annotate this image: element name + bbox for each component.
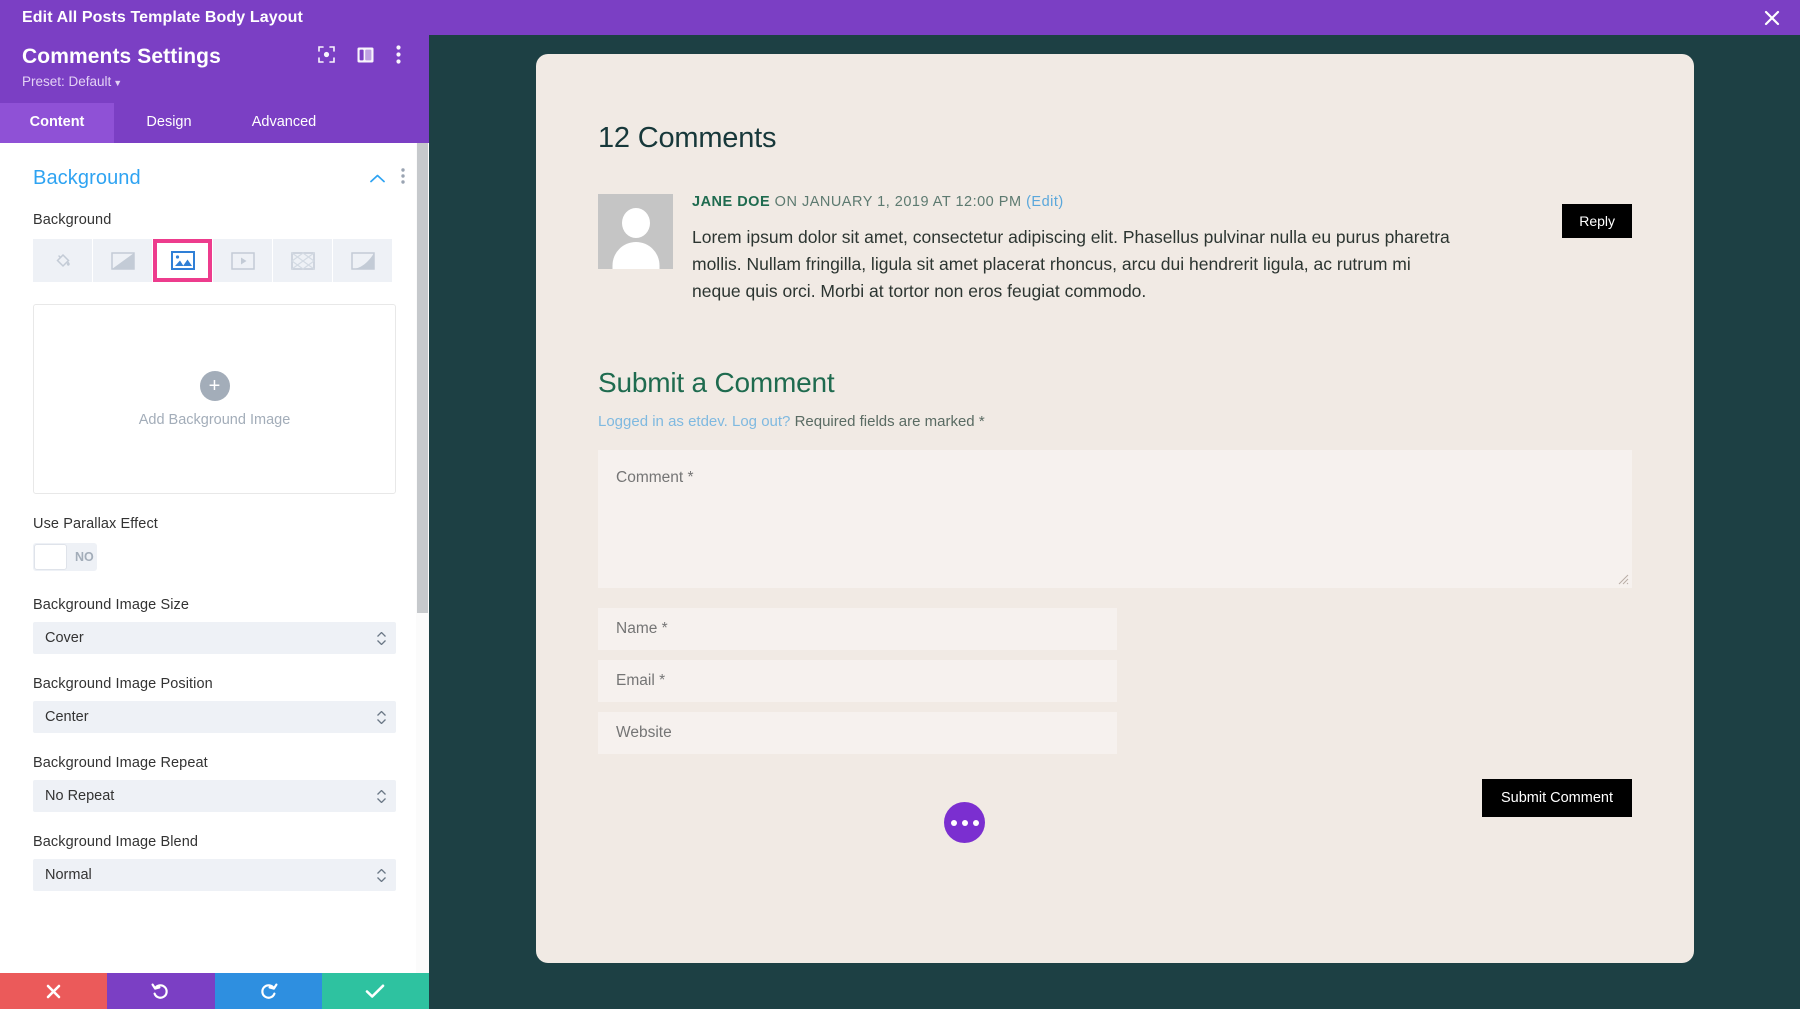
parallax-toggle-value: NO xyxy=(75,550,94,564)
tab-content[interactable]: Content xyxy=(0,103,114,143)
window-title: Edit All Posts Template Body Layout xyxy=(22,8,303,26)
background-section-header: Background xyxy=(0,143,429,190)
background-image-blend-value: Normal xyxy=(45,867,92,883)
background-type-selector xyxy=(33,239,396,282)
background-image-position-field: Background Image Position Center xyxy=(0,676,429,733)
panel-scrollbar-thumb[interactable] xyxy=(417,143,428,613)
reply-button[interactable]: Reply xyxy=(1562,204,1632,238)
parallax-label: Use Parallax Effect xyxy=(33,516,158,532)
toggle-knob xyxy=(34,544,67,570)
comment-form: Submit Comment xyxy=(598,450,1632,818)
background-image-repeat-value: No Repeat xyxy=(45,788,115,804)
background-image-repeat-field: Background Image Repeat No Repeat xyxy=(0,755,429,812)
avatar-body xyxy=(612,242,659,269)
more-vertical-icon[interactable] xyxy=(401,168,405,189)
background-image-position-select[interactable]: Center xyxy=(33,701,396,733)
panel-layout-icon[interactable] xyxy=(357,47,374,68)
stepper-arrows-icon xyxy=(377,710,386,724)
stepper-arrows-icon xyxy=(377,631,386,645)
email-field[interactable] xyxy=(598,660,1117,703)
save-button[interactable] xyxy=(321,973,429,1009)
background-image-size-select[interactable]: Cover xyxy=(33,622,396,654)
more-vertical-icon[interactable] xyxy=(396,45,401,69)
comment-textarea[interactable] xyxy=(598,450,1632,589)
comment-body: Lorem ipsum dolor sit amet, consectetur … xyxy=(692,227,1450,302)
background-image-repeat-label: Background Image Repeat xyxy=(33,755,208,771)
window-titlebar: Edit All Posts Template Body Layout xyxy=(0,0,1800,35)
tab-advanced[interactable]: Advanced xyxy=(224,103,344,143)
panel-scrollbar[interactable] xyxy=(416,143,429,973)
add-background-image-label: Add Background Image xyxy=(138,411,291,428)
background-image-size-field: Background Image Size Cover xyxy=(0,597,429,654)
stepper-arrows-icon xyxy=(377,868,386,882)
chevron-up-icon[interactable] xyxy=(370,170,385,188)
background-image-size-value: Cover xyxy=(45,630,84,646)
comments-module-card: 12 Comments JANE DOE ON JANUARY 1, 2019 … xyxy=(536,54,1694,963)
settings-panel: Comments Settings Preset: Default ▼ Cont… xyxy=(0,35,429,1009)
close-icon[interactable] xyxy=(1744,0,1800,35)
background-image-position-value: Center xyxy=(45,709,89,725)
dot-icon xyxy=(961,819,968,826)
background-image-blend-label: Background Image Blend xyxy=(33,834,199,850)
plus-icon: + xyxy=(199,370,230,401)
background-gradient-icon[interactable] xyxy=(93,239,152,282)
background-image-repeat-select[interactable]: No Repeat xyxy=(33,780,396,812)
comment-date: ON JANUARY 1, 2019 AT 12:00 PM xyxy=(770,194,1027,210)
chevron-down-icon: ▼ xyxy=(113,78,123,88)
logged-in-notice: Logged in as etdev. Log out? Required fi… xyxy=(598,413,1632,430)
add-background-image-dropzone[interactable]: + Add Background Image xyxy=(33,304,396,494)
background-video-icon[interactable] xyxy=(213,239,272,282)
undo-button[interactable] xyxy=(107,973,215,1009)
background-type-field: Background xyxy=(0,212,429,282)
dot-icon xyxy=(972,819,979,826)
background-color-icon[interactable] xyxy=(33,239,92,282)
preset-selector[interactable]: Preset: Default ▼ xyxy=(22,74,409,89)
cancel-button[interactable] xyxy=(0,973,108,1009)
comment-author: JANE DOE xyxy=(692,194,771,210)
tab-design[interactable]: Design xyxy=(114,103,224,143)
parallax-toggle[interactable]: NO xyxy=(33,543,97,571)
panel-header: Comments Settings Preset: Default ▼ xyxy=(0,35,429,103)
background-image-icon[interactable] xyxy=(153,239,212,282)
logged-in-user-link[interactable]: Logged in as etdev. xyxy=(598,413,728,430)
stepper-arrows-icon xyxy=(377,789,386,803)
submit-comment-button[interactable]: Submit Comment xyxy=(1481,779,1632,818)
focus-target-icon[interactable] xyxy=(318,46,335,68)
website-field[interactable] xyxy=(598,712,1117,755)
panel-action-bar xyxy=(0,973,429,1009)
background-image-size-label: Background Image Size xyxy=(33,597,190,613)
comment-meta: JANE DOE ON JANUARY 1, 2019 AT 12:00 PM … xyxy=(692,194,1463,210)
panel-tabs: Content Design Advanced xyxy=(0,103,429,143)
preset-label: Preset: Default xyxy=(22,74,112,89)
preview-canvas: 12 Comments JANE DOE ON JANUARY 1, 2019 … xyxy=(429,35,1800,1009)
name-field[interactable] xyxy=(598,608,1117,651)
panel-title: Comments Settings xyxy=(22,45,221,68)
required-fields-note: Required fields are marked * xyxy=(794,413,985,431)
comment-edit-link[interactable]: (Edit) xyxy=(1026,194,1064,210)
redo-button[interactable] xyxy=(214,973,322,1009)
background-pattern-icon[interactable] xyxy=(273,239,332,282)
submit-comment-title: Submit a Comment xyxy=(598,367,835,399)
avatar xyxy=(598,194,673,269)
comment-item: JANE DOE ON JANUARY 1, 2019 AT 12:00 PM … xyxy=(598,194,1632,305)
avatar-head xyxy=(621,208,650,238)
panel-body: Background Background + Add Background I… xyxy=(0,143,429,973)
parallax-field: Use Parallax Effect NO xyxy=(0,516,429,575)
background-field-label: Background xyxy=(33,212,112,228)
background-mask-icon[interactable] xyxy=(333,239,392,282)
logout-link[interactable]: Log out? xyxy=(732,413,790,430)
section-title: Background xyxy=(33,167,141,189)
background-image-blend-field: Background Image Blend Normal xyxy=(0,834,429,891)
background-image-position-label: Background Image Position xyxy=(33,676,213,692)
dot-icon xyxy=(950,819,957,826)
more-options-fab[interactable] xyxy=(944,802,985,843)
comments-count-title: 12 Comments xyxy=(598,122,777,154)
background-image-blend-select[interactable]: Normal xyxy=(33,859,396,891)
